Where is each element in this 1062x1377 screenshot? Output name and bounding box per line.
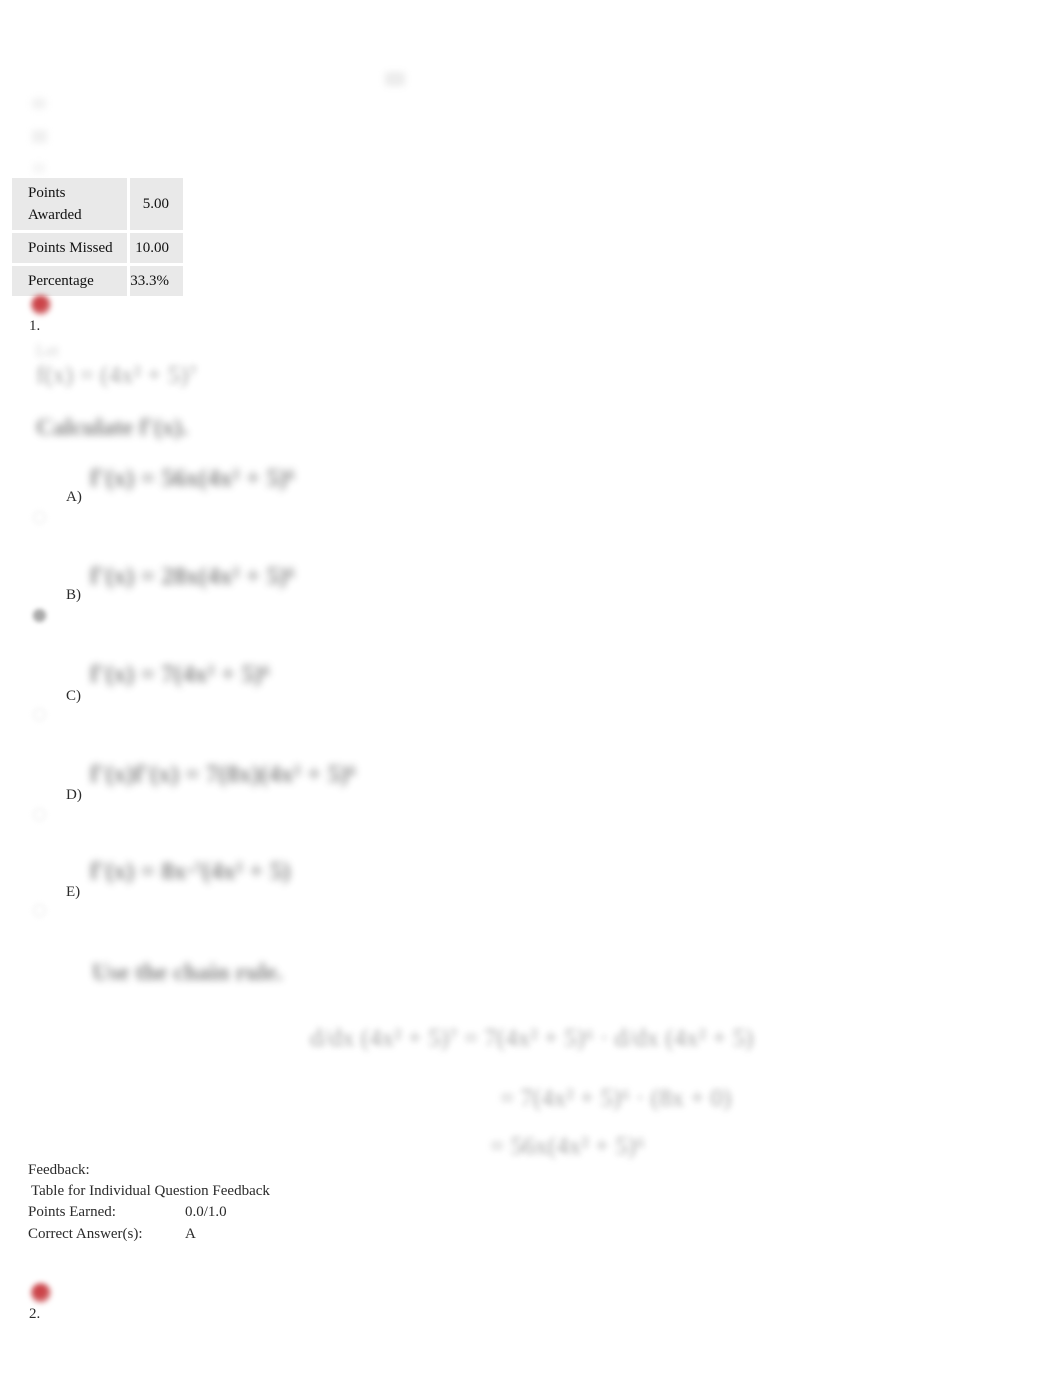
points-awarded-label: Points Awarded (12, 178, 128, 233)
points-missed-label: Points Missed (12, 233, 128, 266)
option-c-radio[interactable] (33, 708, 46, 721)
question-1-prompt-label: Let (36, 341, 59, 360)
option-b-expression[interactable]: f′(x) = 28x(4x² + 5)⁶ (90, 563, 295, 591)
feedback-heading: Feedback: (28, 1162, 90, 1178)
question-2-number: 2. (29, 1306, 41, 1322)
correct-answer-label: Correct Answer(s): (28, 1226, 143, 1242)
question-2-incorrect-icon (31, 1283, 51, 1303)
solution-heading: Use the chain rule. (92, 960, 283, 986)
question-1-number: 1. (29, 318, 41, 334)
points-earned-label: Points Earned: (28, 1204, 116, 1220)
solution-line-2: = 7(4x² + 5)⁶ · (8x + 0) (500, 1085, 732, 1112)
option-e-expression[interactable]: f′(x) = 8x·⁷(4x² + 5) (90, 858, 290, 886)
option-d-radio[interactable] (33, 808, 46, 821)
option-a-radio[interactable] (33, 511, 46, 524)
option-b-radio[interactable] (33, 609, 46, 622)
question-1-instruction: Calculate f′(x). (36, 415, 189, 441)
score-summary-table: Points Awarded 5.00 Points Missed 10.00 … (12, 178, 183, 296)
question-1-prompt-expression: f(x) = (4x² + 5)⁷ (36, 362, 198, 389)
points-missed-value: 10.00 (127, 233, 183, 266)
option-d-letter: D) (66, 787, 82, 803)
page-artifact-left-2 (32, 130, 47, 143)
solution-line-3: = 56x(4x² + 5)⁶ (490, 1133, 645, 1160)
option-b-letter: B) (66, 587, 81, 603)
percentage-label: Percentage (12, 266, 128, 296)
points-awarded-value: 5.00 (127, 178, 183, 233)
option-d-expression[interactable]: f′(x)f′(x) = 7(8x)(4x² + 5)⁶ (90, 761, 356, 789)
page-artifact-left-3 (33, 163, 45, 173)
option-e-letter: E) (66, 884, 81, 900)
percentage-value: 33.3% (127, 266, 183, 296)
option-a-letter: A) (66, 489, 82, 505)
table-row: Percentage 33.3% (12, 266, 183, 296)
option-c-expression[interactable]: f′(x) = 7(4x² + 5)⁶ (90, 661, 270, 689)
option-e-radio[interactable] (33, 904, 46, 917)
solution-line-1: d/dx (4x² + 5)⁷ = 7(4x² + 5)⁶ · d/dx (4x… (310, 1025, 754, 1052)
page-artifact-left-1 (32, 98, 46, 109)
question-1-incorrect-icon (31, 295, 51, 315)
page-artifact-top-center (385, 72, 405, 86)
feedback-table-caption: Table for Individual Question Feedback (31, 1183, 270, 1199)
table-row: Points Awarded 5.00 (12, 178, 183, 233)
correct-answer-value: A (185, 1226, 196, 1242)
option-c-letter: C) (66, 688, 81, 704)
table-row: Points Missed 10.00 (12, 233, 183, 266)
quiz-results-page: Points Awarded 5.00 Points Missed 10.00 … (0, 0, 1062, 1377)
points-earned-value: 0.0/1.0 (185, 1204, 227, 1220)
option-a-expression[interactable]: f′(x) = 56x(4x² + 5)⁶ (90, 465, 295, 493)
